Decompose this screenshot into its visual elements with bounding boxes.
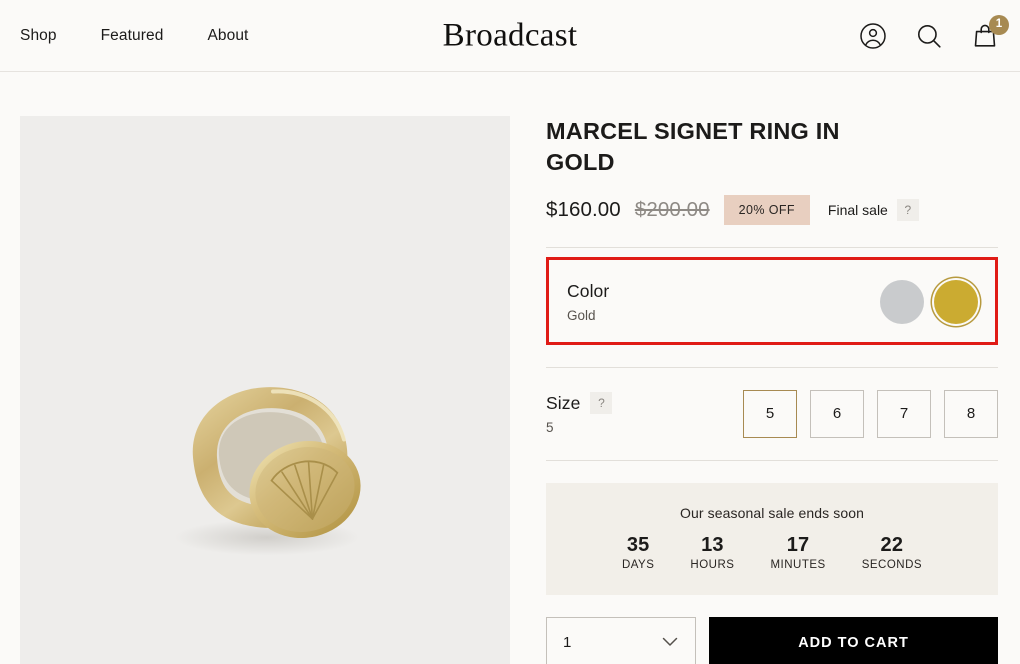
price-current: $160.00 bbox=[546, 197, 621, 221]
header-actions: 1 bbox=[856, 0, 1009, 72]
size-tile-8[interactable]: 8 bbox=[944, 389, 998, 438]
quantity-value: 1 bbox=[563, 634, 572, 652]
divider-above-countdown bbox=[546, 459, 998, 461]
site-header: Shop Featured About Broadcast 1 bbox=[0, 0, 1020, 72]
size-tile-6[interactable]: 6 bbox=[810, 389, 864, 438]
divider-above-color bbox=[546, 246, 998, 248]
product-page: MARCEL SIGNET RING IN GOLD $160.00 $200.… bbox=[0, 72, 1020, 664]
search-button[interactable] bbox=[912, 19, 946, 53]
countdown-seconds-value: 22 bbox=[880, 533, 904, 556]
size-tile-5[interactable]: 5 bbox=[743, 389, 797, 438]
countdown-unit-seconds: 22 SECONDS bbox=[862, 534, 922, 571]
size-option-labels: Size ? 5 bbox=[546, 392, 613, 436]
countdown-seconds-label: SECONDS bbox=[861, 558, 923, 571]
final-sale-label: Final sale bbox=[827, 201, 888, 218]
color-option-row: Color Gold bbox=[567, 279, 981, 324]
countdown-minutes-label: MINUTES bbox=[770, 558, 826, 571]
color-swatch-gold-selected[interactable] bbox=[934, 279, 978, 324]
color-selected-value: Gold bbox=[567, 307, 596, 323]
size-selected-value: 5 bbox=[546, 420, 554, 436]
color-swatch-silver[interactable] bbox=[880, 279, 924, 324]
user-account-icon bbox=[859, 22, 887, 50]
search-icon bbox=[915, 22, 943, 50]
final-sale-group: Final sale ? bbox=[827, 198, 919, 221]
price-row: $160.00 $200.00 20% OFF Final sale ? bbox=[546, 194, 998, 225]
cart-item-count-badge: 1 bbox=[989, 15, 1009, 35]
final-sale-help-icon[interactable]: ? bbox=[896, 198, 919, 221]
primary-navigation: Shop Featured About bbox=[20, 0, 248, 72]
countdown-hours-value: 13 bbox=[701, 533, 724, 556]
product-info: MARCEL SIGNET RING IN GOLD $160.00 $200.… bbox=[546, 116, 998, 664]
quantity-select[interactable]: 1 bbox=[546, 616, 696, 664]
countdown-units: 35 DAYS 13 HOURS 17 MINUTES 22 SECONDS bbox=[566, 534, 978, 571]
purchase-row: 1 ADD TO CART bbox=[546, 616, 998, 664]
size-tile-7[interactable]: 7 bbox=[877, 389, 931, 438]
size-guide-help-icon[interactable]: ? bbox=[590, 392, 613, 415]
countdown-minutes-value: 17 bbox=[786, 533, 810, 556]
countdown-days-label: DAYS bbox=[621, 558, 655, 571]
site-logo[interactable]: Broadcast bbox=[443, 17, 578, 54]
nav-link-about[interactable]: About bbox=[207, 27, 248, 45]
account-button[interactable] bbox=[856, 19, 890, 53]
discount-badge: 20% OFF bbox=[723, 194, 810, 225]
product-gallery[interactable] bbox=[20, 116, 510, 664]
color-swatch-list bbox=[880, 279, 981, 324]
countdown-unit-minutes: 17 MINUTES bbox=[770, 534, 825, 571]
countdown-title: Our seasonal sale ends soon bbox=[679, 504, 865, 521]
countdown-unit-hours: 13 HOURS bbox=[690, 534, 734, 571]
countdown-unit-days: 35 DAYS bbox=[622, 534, 654, 571]
cart-button[interactable]: 1 bbox=[968, 15, 1009, 53]
color-option-labels: Color Gold bbox=[567, 281, 609, 323]
size-option-row: Size ? 5 5 6 7 8 bbox=[546, 389, 998, 438]
countdown-hours-label: HOURS bbox=[690, 558, 735, 571]
color-option-highlight-box: Color Gold bbox=[546, 256, 998, 345]
size-label-row: Size ? bbox=[546, 392, 613, 415]
product-image-signet-ring bbox=[155, 362, 375, 567]
chevron-down-icon bbox=[662, 634, 678, 652]
price-compare-at: $200.00 bbox=[634, 197, 710, 221]
nav-link-featured[interactable]: Featured bbox=[101, 27, 164, 45]
sale-countdown-banner: Our seasonal sale ends soon 35 DAYS 13 H… bbox=[546, 482, 998, 595]
size-option-label: Size bbox=[546, 392, 581, 413]
color-option-label: Color bbox=[567, 280, 610, 301]
size-tile-list: 5 6 7 8 bbox=[743, 389, 998, 438]
divider-above-size bbox=[546, 366, 998, 368]
add-to-cart-button[interactable]: ADD TO CART bbox=[709, 616, 998, 664]
countdown-days-value: 35 bbox=[626, 533, 650, 556]
nav-link-shop[interactable]: Shop bbox=[20, 27, 57, 45]
product-title: MARCEL SIGNET RING IN GOLD bbox=[546, 118, 840, 175]
